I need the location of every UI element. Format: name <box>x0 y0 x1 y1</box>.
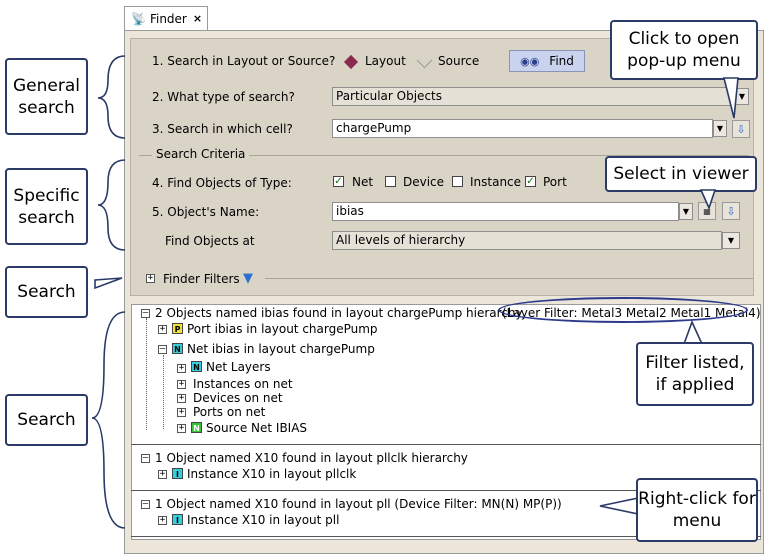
filter-callout-group: Filter listed, if applied <box>636 318 754 406</box>
callout-specific-search: Specific search <box>5 168 88 245</box>
callout-right-click: Right-click for menu <box>636 478 758 542</box>
popup-callout-group: Click to open pop-up menu <box>610 20 758 124</box>
callout-search: Search <box>5 266 88 318</box>
callout-pointer <box>722 77 739 119</box>
viewer-callout-group: Select in viewer <box>605 156 757 211</box>
brace-specific <box>97 159 126 251</box>
callout-general-search: General search <box>5 58 88 135</box>
callout-search-results: Search <box>5 394 88 446</box>
callout-pointer <box>699 189 717 211</box>
pointer-search <box>94 277 123 290</box>
brace-results <box>91 311 126 529</box>
callout-filter-listed: Filter listed, if applied <box>636 342 754 406</box>
brace-general <box>97 55 126 139</box>
rightclick-callout-group: Right-click for menu <box>599 478 758 542</box>
